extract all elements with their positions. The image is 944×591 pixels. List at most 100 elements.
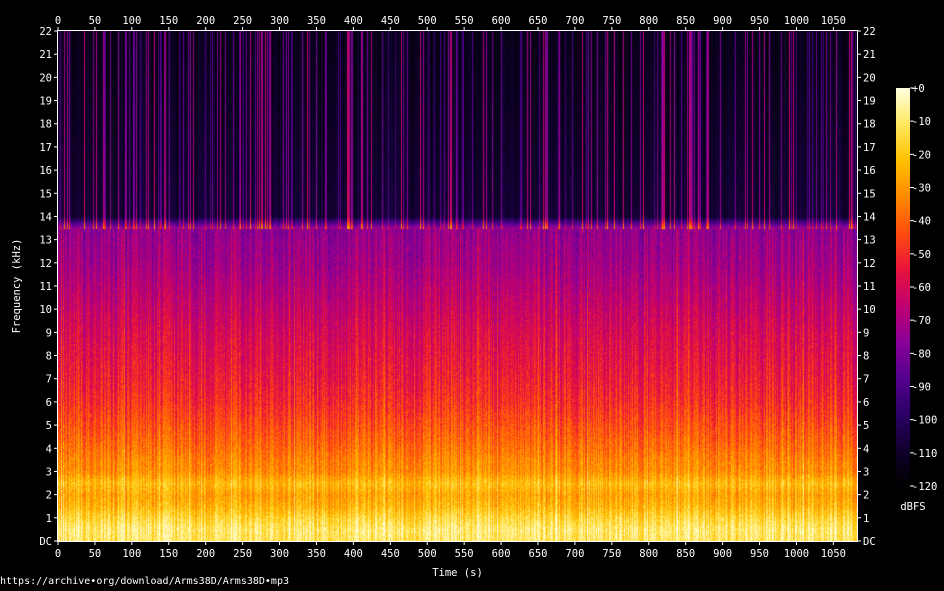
y-tick-label-right: 3: [863, 466, 869, 478]
y-tick-label-left: 7: [46, 374, 52, 386]
y-axis-label: Frequency (kHz): [11, 239, 23, 334]
x-tick-label-top: 850: [676, 15, 695, 27]
spectrogram-image: [58, 31, 857, 541]
y-tick-label-left: 13: [39, 235, 52, 247]
y-tick-label-left: 1: [46, 513, 52, 525]
y-tick-label-right: 19: [863, 96, 876, 108]
colorbar-tick-label: +0: [912, 83, 925, 95]
x-tick-label-top: 600: [492, 15, 511, 27]
x-tick-label-bottom: 550: [455, 548, 474, 560]
y-tick-label-left: 8: [46, 351, 52, 363]
x-tick-label-bottom: 350: [307, 548, 326, 560]
y-tick-label-right: 4: [863, 443, 869, 455]
y-tick-label-right: 6: [863, 397, 869, 409]
y-tick-label-right: 11: [863, 281, 876, 293]
y-tick-label-left: 17: [39, 142, 52, 154]
y-tick-label-right: 5: [863, 420, 869, 432]
y-tick-label-right: 1: [863, 513, 869, 525]
x-tick-label-top: 700: [565, 15, 584, 27]
x-tick-label-top: 400: [344, 15, 363, 27]
x-tick-label-top: 1050: [821, 15, 846, 27]
x-tick-label-top: 0: [55, 15, 61, 27]
x-tick-label-top: 50: [89, 15, 102, 27]
x-tick-label-bottom: 500: [418, 548, 437, 560]
colorbar-tick-label: -100: [912, 415, 937, 427]
source-url: https://archive•org/download/Arms38D/Arm…: [0, 576, 289, 587]
x-tick-label-bottom: 700: [565, 548, 584, 560]
y-tick-label-right: 14: [863, 211, 876, 223]
y-tick-label-left: 15: [39, 188, 52, 200]
x-tick-label-bottom: 800: [639, 548, 658, 560]
y-tick-label-right: 7: [863, 374, 869, 386]
y-tick-label-left: 9: [46, 327, 52, 339]
colorbar-tick-label: -50: [912, 249, 931, 261]
colorbar-tick-label: -40: [912, 216, 931, 228]
y-tick-label-left: 19: [39, 96, 52, 108]
x-axis-label: Time (s): [432, 567, 483, 579]
x-tick-label-bottom: 0: [55, 548, 61, 560]
x-tick-label-top: 800: [639, 15, 658, 27]
y-tick-label-right: 8: [863, 351, 869, 363]
y-tick-label-left: 16: [39, 165, 52, 177]
y-tick-label-left: 5: [46, 420, 52, 432]
colorbar-tick-label: -80: [912, 348, 931, 360]
x-tick-label-top: 250: [233, 15, 252, 27]
y-tick-label-left: 6: [46, 397, 52, 409]
x-tick-label-bottom: 300: [270, 548, 289, 560]
y-tick-label-right: 22: [863, 26, 876, 38]
x-tick-label-bottom: 1000: [784, 548, 809, 560]
colorbar-tick-label: -30: [912, 183, 931, 195]
x-tick-label-bottom: 950: [750, 548, 769, 560]
x-tick-label-top: 650: [529, 15, 548, 27]
y-tick-label-left: 12: [39, 258, 52, 270]
y-tick-label-right: 18: [863, 119, 876, 131]
y-tick-label-left: DC: [39, 536, 52, 548]
y-tick-label-left: 21: [39, 49, 52, 61]
y-tick-label-left: 3: [46, 466, 52, 478]
x-tick-label-top: 300: [270, 15, 289, 27]
x-tick-label-bottom: 150: [159, 548, 178, 560]
x-tick-label-top: 350: [307, 15, 326, 27]
colorbar-tick-label: -60: [912, 282, 931, 294]
y-tick-label-right: 2: [863, 490, 869, 502]
y-tick-label-right: 21: [863, 49, 876, 61]
x-tick-label-top: 950: [750, 15, 769, 27]
colorbar-tick-label: -120: [912, 481, 937, 493]
x-tick-label-top: 200: [196, 15, 215, 27]
x-tick-label-top: 150: [159, 15, 178, 27]
y-tick-label-left: 2: [46, 490, 52, 502]
y-tick-label-right: 12: [863, 258, 876, 270]
x-tick-label-top: 900: [713, 15, 732, 27]
colorbar-gradient: [896, 88, 910, 486]
x-tick-label-top: 450: [381, 15, 400, 27]
spectrogram-figure: 0 0 50 50 100 100 150 150 200 200 250 250 300 300 350 3…: [11, 15, 937, 579]
colorbar-tick-label: -110: [912, 448, 937, 460]
colorbar-tick-label: -20: [912, 149, 931, 161]
x-tick-label-bottom: 400: [344, 548, 363, 560]
x-tick-label-top: 100: [122, 15, 141, 27]
x-tick-label-bottom: 850: [676, 548, 695, 560]
y-tick-label-left: 11: [39, 281, 52, 293]
y-tick-label-left: 22: [39, 26, 52, 38]
x-tick-label-bottom: 1050: [821, 548, 846, 560]
x-tick-label-bottom: 250: [233, 548, 252, 560]
x-tick-label-bottom: 900: [713, 548, 732, 560]
colorbar-label: dBFS: [900, 501, 925, 513]
colorbar: +0 -10 -20 -30 -40 -50 -60 -70 -80 -90 -100 -110 -12…: [896, 83, 937, 493]
x-tick-label-bottom: 50: [89, 548, 102, 560]
x-tick-label-bottom: 450: [381, 548, 400, 560]
x-tick-label-top: 750: [602, 15, 621, 27]
y-tick-label-left: 14: [39, 211, 52, 223]
y-tick-label-left: 20: [39, 72, 52, 84]
x-tick-label-top: 500: [418, 15, 437, 27]
y-tick-label-left: 18: [39, 119, 52, 131]
y-tick-label-right: 17: [863, 142, 876, 154]
y-tick-label-right: 16: [863, 165, 876, 177]
x-tick-label-bottom: 100: [122, 548, 141, 560]
y-tick-label-right: 20: [863, 72, 876, 84]
x-tick-label-top: 1000: [784, 15, 809, 27]
x-tick-label-bottom: 750: [602, 548, 621, 560]
y-tick-label-right: 15: [863, 188, 876, 200]
x-tick-label-bottom: 650: [529, 548, 548, 560]
y-tick-label-right: 9: [863, 327, 869, 339]
